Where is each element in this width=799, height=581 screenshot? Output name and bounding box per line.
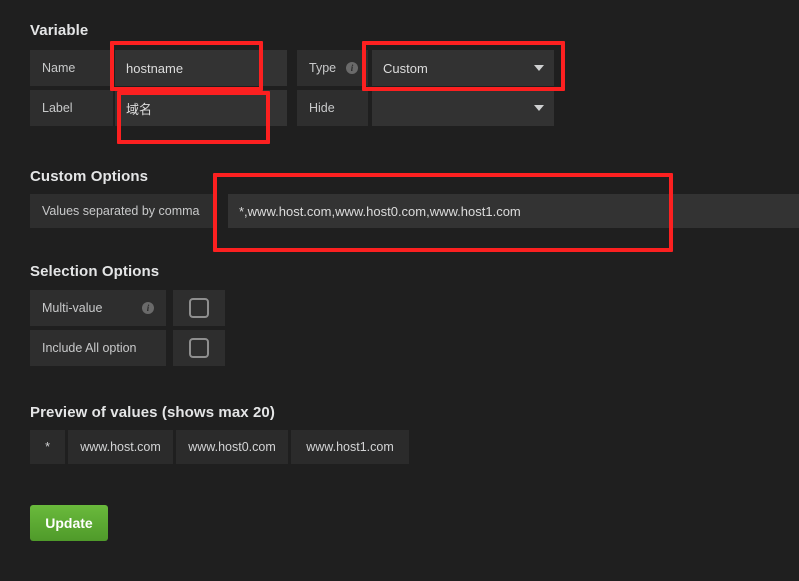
- chevron-down-icon: [534, 65, 544, 71]
- info-icon: i: [142, 302, 154, 314]
- multi-value-label-text: Multi-value: [42, 301, 103, 315]
- custom-options-section-title: Custom Options: [30, 168, 149, 185]
- preview-section-title: Preview of values (shows max 20): [30, 404, 275, 421]
- include-all-checkbox-cell[interactable]: [173, 330, 225, 366]
- multi-value-field-label: Multi-value i: [30, 290, 166, 326]
- type-field-label: Type i: [297, 50, 368, 86]
- include-all-checkbox[interactable]: [189, 338, 209, 358]
- type-label-text: Type: [309, 61, 337, 75]
- info-icon: i: [346, 62, 358, 74]
- variable-name-input[interactable]: [115, 50, 287, 86]
- include-all-label-text: Include All option: [42, 341, 137, 355]
- hide-field-label: Hide: [297, 90, 368, 126]
- custom-values-input[interactable]: [228, 194, 799, 228]
- name-field-label: Name: [30, 50, 113, 86]
- preview-chip: www.host1.com: [291, 430, 409, 464]
- type-select-value: Custom: [383, 60, 428, 76]
- multi-value-checkbox[interactable]: [189, 298, 209, 318]
- label-field-label: Label: [30, 90, 113, 126]
- variable-label-input[interactable]: [115, 90, 287, 126]
- multi-value-checkbox-cell[interactable]: [173, 290, 225, 326]
- include-all-field-label: Include All option: [30, 330, 166, 366]
- hide-label-text: Hide: [309, 101, 335, 115]
- custom-values-field-label: Values separated by comma: [30, 194, 213, 228]
- label-label-text: Label: [42, 101, 73, 115]
- custom-values-label-text: Values separated by comma: [42, 204, 200, 218]
- preview-chip: www.host.com: [68, 430, 173, 464]
- selection-options-section-title: Selection Options: [30, 263, 160, 280]
- type-select[interactable]: Custom: [372, 50, 554, 86]
- chevron-down-icon: [534, 105, 544, 111]
- preview-chip: *: [30, 430, 65, 464]
- preview-chip: www.host0.com: [176, 430, 288, 464]
- update-button[interactable]: Update: [30, 505, 108, 541]
- variable-editor-page: Variable Name Type i Custom Label Hide C…: [0, 0, 799, 581]
- name-label-text: Name: [42, 61, 76, 75]
- hide-select[interactable]: [372, 90, 554, 126]
- variable-section-title: Variable: [30, 22, 89, 39]
